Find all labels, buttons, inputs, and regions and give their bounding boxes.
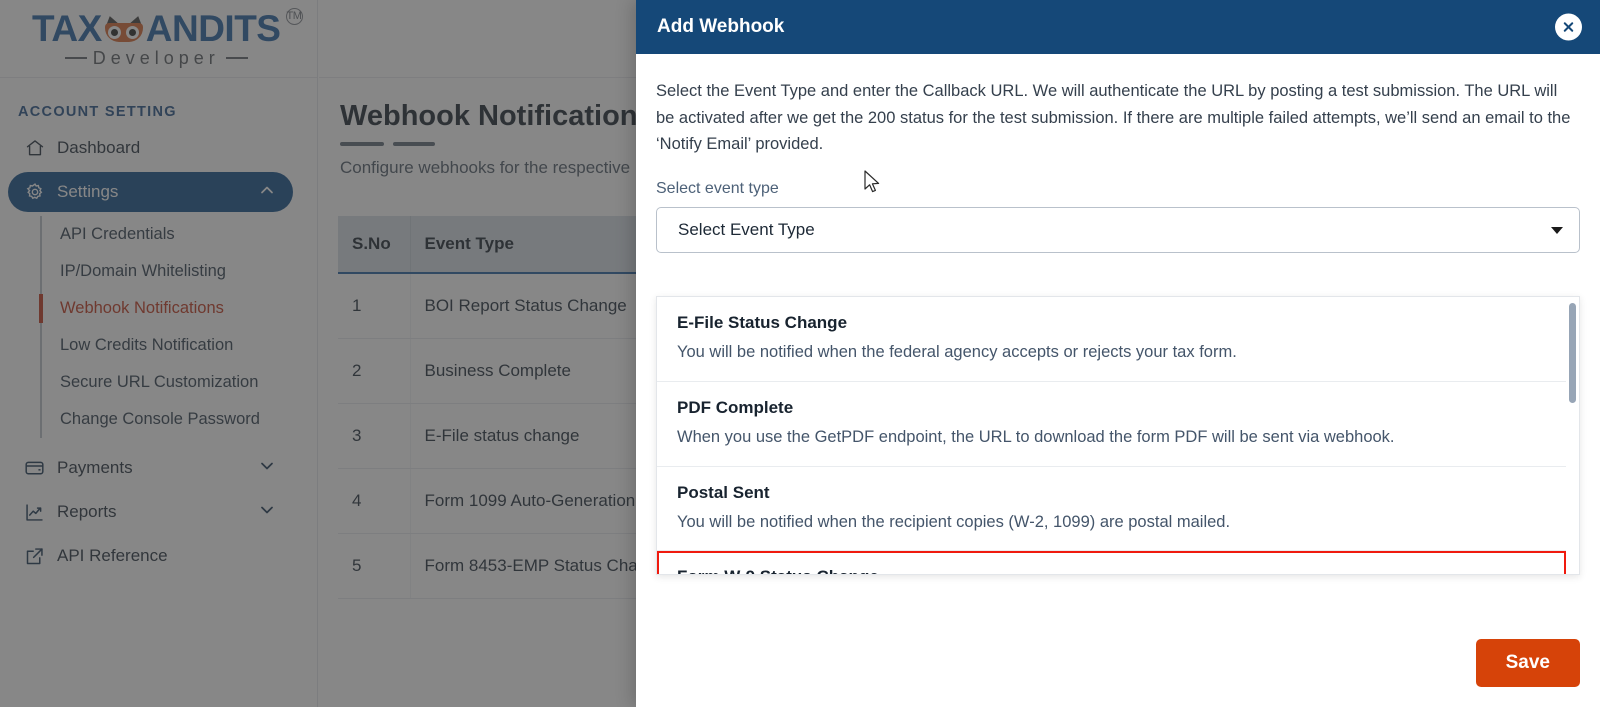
chevron-down-icon	[1551, 226, 1563, 234]
event-type-dropdown[interactable]: E-File Status Change You will be notifie…	[656, 296, 1580, 575]
dropdown-option-title: Postal Sent	[677, 482, 770, 502]
dropdown-option-form-w9-status-change[interactable]: Form W-9 Status Change You will be notif…	[657, 551, 1566, 574]
dropdown-option-efile-status-change[interactable]: E-File Status Change You will be notifie…	[657, 297, 1566, 382]
dropdown-scrollbar-thumb[interactable]	[1569, 303, 1576, 403]
dropdown-scrollbar[interactable]	[1569, 303, 1576, 568]
save-button[interactable]: Save	[1475, 639, 1580, 687]
modal-title: Add Webhook	[657, 16, 785, 37]
dropdown-option-description: You will be notified when the recipient …	[677, 512, 1231, 531]
modal-body: Select the Event Type and enter the Call…	[636, 54, 1600, 639]
select-event-type-label: Select event type	[656, 180, 779, 198]
dropdown-option-description: You will be notified when the federal ag…	[677, 343, 1237, 361]
dropdown-scroll-area: E-File Status Change You will be notifie…	[657, 297, 1566, 574]
dropdown-option-title: PDF Complete	[677, 397, 794, 417]
close-icon[interactable]	[1555, 13, 1582, 41]
screen: TAX ANDITS TM Developer	[0, 0, 1600, 707]
dropdown-option-title: Form W-9 Status Change	[677, 567, 1546, 574]
modal-description: Select the Event Type and enter the Call…	[656, 82, 1571, 154]
dropdown-option-postal-sent[interactable]: Postal Sent You will be notified when th…	[657, 467, 1566, 552]
event-type-select[interactable]: Select Event Type	[656, 207, 1580, 254]
dropdown-option-pdf-complete[interactable]: PDF Complete When you use the GetPDF end…	[657, 382, 1566, 467]
add-webhook-modal: Add Webhook Select the Event Type and en…	[636, 0, 1600, 707]
dropdown-option-description: When you use the GetPDF endpoint, the UR…	[677, 427, 1395, 446]
dropdown-option-title: E-File Status Change	[677, 313, 848, 332]
modal-header: Add Webhook	[636, 0, 1600, 54]
modal-footer: Save	[636, 639, 1600, 707]
event-type-select-value: Select Event Type	[678, 220, 815, 240]
